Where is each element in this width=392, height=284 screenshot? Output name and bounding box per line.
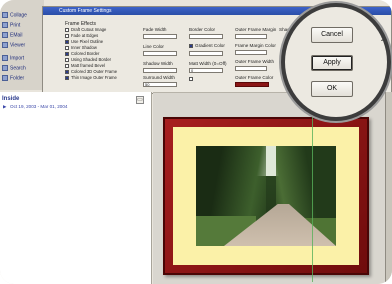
checkbox[interactable] bbox=[65, 45, 69, 50]
expand-arrow-icon[interactable]: ▶ bbox=[3, 104, 7, 110]
sidebar-item-import[interactable]: Import bbox=[2, 55, 42, 65]
outer-frame-width-label: Outer Frame Width bbox=[235, 59, 275, 64]
frame-mat bbox=[173, 127, 359, 265]
surround-width-input[interactable]: 50 bbox=[143, 82, 177, 87]
framed-photo-preview bbox=[163, 117, 369, 275]
sidebar-item-collage[interactable]: Collage bbox=[2, 12, 42, 22]
frame-effects-list: Draft Cutout Image Fade at Edges Use Pix… bbox=[65, 27, 155, 81]
sidebar-item-folder[interactable]: Folder bbox=[2, 75, 42, 85]
effect-option[interactable]: Thin Image Outer Frame bbox=[65, 75, 155, 81]
gradient-color-label: Gradient Color bbox=[195, 43, 225, 48]
app-window: Collage Print EMail Viewer Import Search… bbox=[0, 0, 392, 284]
fade-width-label: Fade Width bbox=[143, 27, 167, 32]
collage-icon bbox=[2, 12, 8, 18]
checkbox[interactable] bbox=[65, 33, 69, 38]
magnifier-callout: Cancel Apply OK 28 101 bbox=[281, 3, 391, 121]
sidebar-item-email[interactable]: EMail bbox=[2, 32, 42, 42]
library-pane: Inside ▶ Oct 19, 2003 - Mar 01, 2004 ▭ bbox=[0, 92, 152, 284]
search-icon bbox=[2, 65, 8, 71]
shadow-width-label: Shadow Width bbox=[143, 61, 173, 66]
frame-margin-color-input[interactable] bbox=[235, 50, 267, 55]
line-color-label: Line Color bbox=[143, 44, 164, 49]
date-range-link[interactable]: Oct 19, 2003 - Mar 01, 2004 bbox=[10, 104, 67, 109]
outer-frame-color-label: Outer Frame Color bbox=[235, 75, 274, 80]
line-color-input[interactable] bbox=[143, 51, 177, 56]
gradient-color-checkbox[interactable] bbox=[189, 44, 193, 48]
apply-button[interactable]: Apply bbox=[311, 55, 353, 71]
import-icon bbox=[2, 55, 8, 61]
side-ruler bbox=[385, 92, 392, 284]
shadow-width-input[interactable] bbox=[143, 68, 177, 73]
printer-icon bbox=[2, 22, 8, 28]
guide-line bbox=[312, 110, 313, 282]
matt-width-input[interactable]: 0 bbox=[189, 68, 223, 73]
checkbox[interactable] bbox=[65, 75, 69, 80]
edge-number-top: 28 bbox=[381, 37, 388, 43]
frame-margin-color-label: Frame Margin Color bbox=[235, 43, 276, 48]
checkbox[interactable] bbox=[65, 69, 69, 74]
border-color-label: Border Color bbox=[189, 27, 216, 32]
pane-tool-button[interactable]: ▭ bbox=[136, 96, 144, 104]
checkbox[interactable] bbox=[65, 51, 69, 56]
checkbox[interactable] bbox=[65, 27, 69, 32]
viewer-icon bbox=[2, 42, 8, 48]
outer-frame-margin-label: Outer Frame Margin bbox=[235, 27, 277, 32]
matt-width-label: Matt Width (0=Off) bbox=[189, 61, 227, 66]
outer-frame-width-input[interactable] bbox=[235, 66, 267, 71]
sidebar-item-search[interactable]: Search bbox=[2, 65, 42, 75]
gradient-color-input[interactable] bbox=[189, 51, 223, 56]
outer-frame-color-swatch[interactable] bbox=[235, 82, 269, 87]
surround-width-label: Surround Width bbox=[143, 75, 175, 80]
folder-icon bbox=[2, 75, 8, 81]
sidebar-item-viewer[interactable]: Viewer bbox=[2, 42, 42, 52]
library-header: Inside bbox=[2, 96, 20, 102]
ok-button[interactable]: OK bbox=[311, 81, 353, 97]
matt-option-checkbox[interactable] bbox=[189, 77, 193, 81]
checkbox[interactable] bbox=[65, 57, 69, 62]
border-color-input[interactable] bbox=[189, 34, 223, 39]
checkbox[interactable] bbox=[65, 39, 69, 44]
app-sidebar: Collage Print EMail Viewer Import Search… bbox=[0, 0, 44, 90]
outer-frame-margin-input[interactable] bbox=[235, 34, 267, 39]
fade-width-input[interactable] bbox=[143, 34, 177, 39]
email-icon bbox=[2, 32, 8, 38]
checkbox[interactable] bbox=[65, 63, 69, 68]
photo-image bbox=[196, 146, 336, 246]
sidebar-item-print[interactable]: Print bbox=[2, 22, 42, 32]
cancel-button[interactable]: Cancel bbox=[311, 27, 353, 43]
